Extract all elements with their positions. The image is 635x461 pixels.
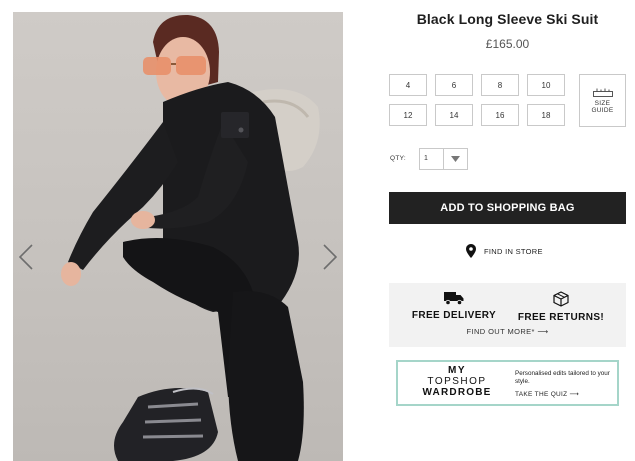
wardrobe-description: Personalised edits tailored to your styl… [515,370,610,385]
wardrobe-logo-line-2: TOPSHOP [427,376,487,387]
free-returns-label: FREE RETURNS! [517,312,605,323]
map-pin-icon [466,244,476,258]
size-option-16[interactable]: 16 [481,104,519,126]
quantity-value: 1 [424,155,428,162]
quantity-label: QTY: [390,155,407,162]
product-price: £165.00 [485,37,530,51]
chevron-down-icon [451,156,460,162]
chevron-right-icon [323,244,337,270]
quantity-dropdown-toggle[interactable] [443,149,467,169]
quantity-select[interactable]: 1 [419,148,468,170]
product-image [13,12,343,461]
take-the-quiz-link[interactable]: TAKE THE QUIZ ⟶ [515,390,615,398]
size-guide-label-1: SIZE [594,99,611,107]
size-option-14[interactable]: 14 [435,104,473,126]
find-in-store-link[interactable]: FIND IN STORE [466,243,543,259]
find-out-more-link[interactable]: FIND OUT MORE* ⟶ [389,327,626,336]
add-to-bag-button[interactable]: ADD TO SHOPPING BAG [389,192,626,224]
free-returns-item: FREE RETURNS! [506,291,616,323]
previous-image-button[interactable] [16,242,36,272]
size-option-12[interactable]: 12 [389,104,427,126]
size-option-4[interactable]: 4 [389,74,427,96]
size-option-10[interactable]: 10 [527,74,565,96]
wardrobe-logo-line-1: MY [448,365,466,376]
size-option-6[interactable]: 6 [435,74,473,96]
size-guide-label-2: GUIDE [591,106,614,114]
wardrobe-logo: MY TOPSHOP WARDROBE [402,365,512,399]
my-topshop-wardrobe-banner[interactable]: MY TOPSHOP WARDROBE Personalised edits t… [396,360,619,406]
free-delivery-item: FREE DELIVERY [399,291,509,321]
wardrobe-copy: Personalised edits tailored to your styl… [515,370,615,398]
truck-icon [444,292,464,305]
find-in-store-label: FIND IN STORE [484,246,543,256]
chevron-left-icon [19,244,33,270]
next-image-button[interactable] [320,242,340,272]
ruler-icon [592,88,613,97]
size-option-8[interactable]: 8 [481,74,519,96]
delivery-info-panel: FREE DELIVERY FREE RETURNS! FIND OUT MOR… [389,283,626,347]
size-guide-button[interactable]: SIZE GUIDE [579,74,626,127]
product-title: Black Long Sleeve Ski Suit [416,11,599,27]
free-delivery-label: FREE DELIVERY [411,310,497,321]
wardrobe-logo-line-3: WARDROBE [422,387,492,398]
model-illustration [61,14,320,461]
package-icon [553,291,569,307]
size-option-18[interactable]: 18 [527,104,565,126]
